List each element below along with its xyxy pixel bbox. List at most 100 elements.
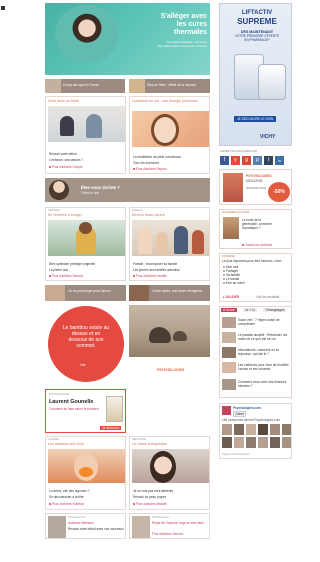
google-plus-icon[interactable]: g: [242, 156, 251, 165]
news-tab-most-read[interactable]: Le + lu: [243, 308, 257, 312]
article-link[interactable]: L'enfance, ses raisons ?: [49, 158, 83, 162]
article-image[interactable]: [48, 106, 125, 142]
fb-face: [222, 437, 232, 448]
article-image[interactable]: [132, 220, 209, 256]
section-card-food: CUISINE Les aliments anti-froid La détox…: [45, 436, 126, 510]
news-item[interactable]: Le paradis durable : Rebeckah, les roses…: [222, 332, 292, 346]
mini-image: [45, 285, 65, 301]
article-link[interactable]: Tous les exercices: [133, 161, 159, 165]
more-articles-link[interactable]: Plus d'articles Beauté: [133, 502, 167, 506]
fb-face: [246, 437, 256, 448]
article-link[interactable]: Se décontracter à la fête: [49, 495, 84, 499]
promo-test-bar[interactable]: Êtes-vous doriste ? Faites le test: [45, 178, 210, 202]
mini-text: L'hiver après, une heure d'exigence: [152, 289, 203, 293]
poll-results-link[interactable]: Voir les résultats: [256, 295, 279, 299]
more-articles-link[interactable]: Plus d'articles Nutrition: [49, 502, 84, 506]
section-title[interactable]: La crème énergétique: [132, 442, 167, 446]
more-articles-link[interactable]: Plus d'articles Couple: [49, 165, 83, 169]
magazine-offer-label: Abonnez-vous: [246, 186, 267, 190]
bottom-card-sub: Plus d'articles Seniors: [152, 532, 184, 536]
news-item[interactable]: Les malheurs pour vivre de fructifier l'…: [222, 362, 292, 376]
news-item[interactable]: Comment vous vivez des finances histoire…: [222, 379, 292, 393]
fb-like-button[interactable]: J'aime: [233, 411, 247, 417]
article-link[interactable]: Je ne cuis pas mes aliments: [133, 489, 173, 493]
news-item[interactable]: Salon vert : 7 règles avant de comprendr…: [222, 317, 292, 331]
more-articles-link[interactable]: Plus d'articles Psycho: [133, 167, 167, 171]
news-tab-testimonials[interactable]: Témoignages: [263, 308, 287, 312]
article-link[interactable]: La pleine ado: [49, 268, 68, 272]
quote-line: sommet.: [76, 343, 96, 349]
bottom-card-2[interactable]: Prochainement Régal de l'homme Yoga ou b…: [129, 513, 210, 539]
fb-face: [270, 437, 280, 448]
issue-cover[interactable]: [223, 217, 239, 239]
vichy-brand-top: LIFTACTIV: [241, 10, 273, 16]
hero-body: Surpoids et diabète : les cures thermale…: [157, 40, 207, 48]
news-box: À la une Le + lu Témoignages Salon vert …: [219, 306, 292, 398]
vichy-cta[interactable]: JE DÉCOUVRE LE SOIN: [234, 116, 277, 122]
section-title[interactable]: Vivre avec un bébé: [48, 99, 79, 103]
section-title[interactable]: Se remettre à bouger: [48, 213, 82, 217]
fb-page-name[interactable]: Psychologies.com: [233, 406, 261, 410]
section-card-family: FAMILLE Devenir beau-parent Famille : re…: [129, 207, 210, 281]
section-title[interactable]: Les aliments anti-froid: [48, 442, 84, 446]
tumblr-icon[interactable]: t: [264, 156, 273, 165]
more-articles-link[interactable]: Plus d'articles Seniors: [49, 274, 83, 278]
magazine-ad[interactable]: PSYCHOLOGIES MAGAZINE Abonnez-vous -50%: [219, 169, 292, 205]
mini-image: [129, 285, 149, 301]
issue-box: LE NUMÉRO DU MOIS Le mois de la générosi…: [219, 209, 292, 249]
fb-likes-text: 156 personnes aiment Psychologies.com: [222, 418, 281, 422]
section-title[interactable]: Confiance en soi : une énergie précieuse: [132, 99, 208, 103]
thumb-image: [129, 79, 145, 93]
poll-question: Le plus important pour être heureux, c'e…: [222, 259, 283, 263]
news-tab-top[interactable]: À la une: [221, 308, 237, 312]
more-articles-link[interactable]: Plus d'articles Famille: [133, 274, 167, 278]
elephant-photo[interactable]: [129, 305, 210, 357]
issue-more-link[interactable]: Toutes les archives: [242, 243, 272, 247]
magazine-brand: PSYCHOLOGIES: [246, 174, 272, 178]
news-item[interactable]: Moncatrioné, comment on se réjouisse : q…: [222, 347, 292, 361]
poll-option[interactable]: Etre au soleil: [223, 281, 289, 285]
promo-title: Êtes-vous doriste ?: [81, 185, 120, 190]
bottom-card-1[interactable]: Prochainement Animaux Attendus Réussir v…: [45, 513, 126, 539]
quote-card[interactable]: Le bambou existe au dessus et en dessous…: [45, 305, 126, 385]
poll-vote-button[interactable]: ▸ VALIDER: [223, 295, 239, 299]
article-link[interactable]: La méditation de plein conscience: [133, 155, 181, 159]
article-link[interactable]: Les jeunes des familles actuelles: [133, 268, 180, 272]
article-link[interactable]: Bien optimiser prestige longévité: [49, 262, 95, 266]
article-link[interactable]: Réussir sa peau propre: [133, 495, 166, 499]
thumb-item-2[interactable]: Stop au frites : effets de la minceur: [129, 79, 210, 93]
fb-face: [282, 424, 291, 435]
section-card-confidence: Confiance en soi : une énergie précieuse…: [129, 96, 210, 174]
article-image[interactable]: [132, 111, 209, 147]
section-card-baby: Vivre avec un bébé Réussir votre début L…: [45, 96, 126, 174]
fb-face: [234, 437, 244, 448]
hero-banner[interactable]: S'alléger avec les cures thermales Surpo…: [45, 3, 210, 80]
fb-face: [258, 424, 268, 435]
bottom-card-title: Animaux Attendus: [68, 521, 94, 525]
facebook-icon[interactable]: f: [220, 156, 229, 165]
book-ad-cta[interactable]: Je découvre: [100, 426, 122, 430]
promo-avatar: [49, 180, 69, 200]
quote-cta[interactable]: Voir: [80, 363, 86, 367]
fb-page-avatar[interactable]: [222, 406, 231, 415]
twitter-icon[interactable]: y: [231, 156, 240, 165]
book-ad[interactable]: PSYCHOLOGIES Laurent Gounelle Comment se…: [45, 389, 126, 433]
section-title[interactable]: Devenir beau-parent: [132, 213, 165, 217]
corner-mark: [1, 6, 5, 10]
mini-item-2[interactable]: L'hiver après, une heure d'exigence: [129, 285, 210, 301]
article-link[interactable]: Famille : recomposer sa famille: [133, 262, 177, 266]
vichy-ad[interactable]: LIFTACTIV SUPREME DÈS MAINTENANT VOTRE P…: [219, 3, 292, 146]
article-image[interactable]: [48, 220, 125, 256]
mini-item-1[interactable]: On se préoccupe pour l'amour: [45, 285, 126, 301]
thumb-item-1[interactable]: Le top des spa en France: [45, 79, 125, 93]
article-link[interactable]: Réussir votre début: [49, 152, 77, 156]
linkedin-icon[interactable]: in: [275, 156, 284, 165]
mini-text: On se préoccupe pour l'amour: [68, 289, 111, 293]
pinterest-icon[interactable]: p: [253, 156, 262, 165]
book-ad-brand: PSYCHOLOGIES: [49, 393, 70, 396]
article-link[interactable]: La détox, elle des légumes ?: [49, 489, 90, 493]
bottom-card-sub: Réussir votre début avec vos nouveaux: [68, 527, 124, 531]
article-image[interactable]: [48, 449, 125, 483]
article-image[interactable]: [132, 449, 209, 483]
thumb-text: Stop au frites : effets de la minceur: [147, 83, 197, 87]
